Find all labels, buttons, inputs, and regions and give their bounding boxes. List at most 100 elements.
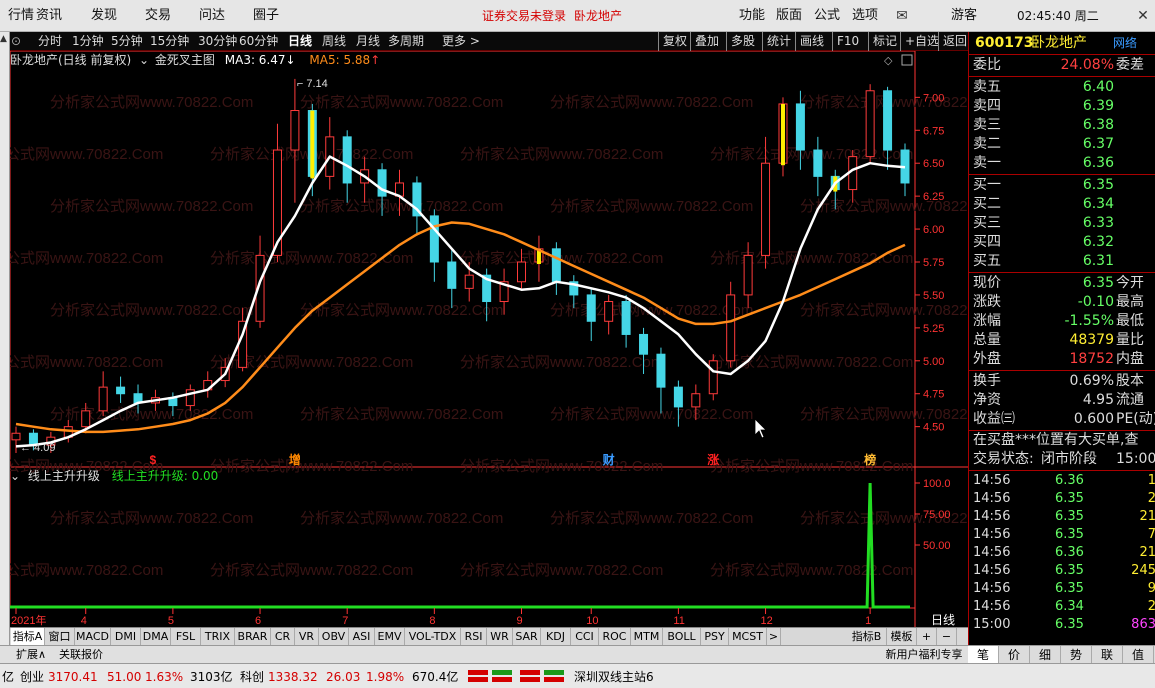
indicator-tab-5[interactable]: FSL <box>171 628 201 645</box>
network-tag[interactable]: 网络 <box>1113 32 1137 54</box>
period-tab-0[interactable]: 分时 <box>38 32 62 51</box>
indicator-tab-8[interactable]: CR <box>271 628 295 645</box>
bid-row-3: 买四 6.32 <box>969 233 1155 252</box>
period-tab-7[interactable]: 周线 <box>322 32 346 51</box>
indicator-tab-24[interactable]: > <box>767 628 781 645</box>
server-name[interactable]: 深圳双线主站6 <box>574 668 654 686</box>
order-ratio-right: 委差 <box>1116 57 1144 73</box>
menu-discover[interactable]: 发现 <box>91 0 117 32</box>
candle <box>551 242 561 295</box>
toolbar-action-3[interactable]: 统计 <box>762 32 791 51</box>
period-tab-10[interactable]: 更多 > <box>442 32 480 51</box>
indicator-tab-13[interactable]: VOL-TDX <box>405 628 461 645</box>
guest-label[interactable]: 游客 <box>951 0 977 32</box>
indicator-tab-11[interactable]: ASI <box>349 628 375 645</box>
fund-row-1-value: 4.95 <box>1082 392 1114 408</box>
mail-icon[interactable]: ✉ <box>892 6 912 26</box>
quote-tab-4[interactable]: 联 <box>1092 646 1123 664</box>
toolbar-action-5[interactable]: F10 <box>832 32 859 51</box>
period-tab-8[interactable]: 月线 <box>356 32 380 51</box>
menu-circle[interactable]: 圈子 <box>253 0 279 32</box>
price-chart[interactable]: 分析家公式网www.70822.Com 分析家公式网www.70822.Com 分析… <box>10 51 968 627</box>
menu-ask[interactable]: 问达 <box>199 0 225 32</box>
indicator-tab-16[interactable]: SAR <box>513 628 541 645</box>
related-quote-button[interactable]: 关联报价 <box>54 646 108 663</box>
tick-volume: 7 <box>1147 527 1155 542</box>
event-marker[interactable]: 涨 <box>707 452 719 467</box>
indicator-tab-10[interactable]: OBV <box>319 628 349 645</box>
indicator-tab-6[interactable]: TRIX <box>201 628 235 645</box>
indicator-tab-15[interactable]: WR <box>487 628 513 645</box>
event-marker[interactable]: 财 <box>602 452 615 467</box>
quote-tab-0[interactable]: 笔 <box>968 646 999 664</box>
promo-link[interactable]: 新用户福利专享 <box>880 646 968 663</box>
period-tab-2[interactable]: 5分钟 <box>111 32 143 51</box>
maximize-icon[interactable] <box>901 54 913 66</box>
menu-options[interactable]: 选项 <box>852 0 878 32</box>
toolbar-action-8[interactable]: 返回 <box>938 32 967 51</box>
tick-price: 6.34 <box>1055 599 1084 614</box>
indicator-tab-19[interactable]: ROC <box>599 628 631 645</box>
indicator-tab-17[interactable]: KDJ <box>541 628 571 645</box>
toolbar-action-4[interactable]: 画线 <box>795 32 824 51</box>
menu-trade[interactable]: 交易 <box>145 0 171 32</box>
indicator-tab-0[interactable]: 指标A <box>11 628 45 645</box>
watermark-text: 分析家公式网www.70822.Com <box>10 146 163 163</box>
event-marker[interactable]: 榜 <box>864 452 876 467</box>
indicator-tab-9[interactable]: VR <box>295 628 319 645</box>
indicator-tab-1[interactable]: 窗口 <box>45 628 75 645</box>
toolbar-action-7[interactable]: +自选 <box>900 32 939 51</box>
indicator-tab-2[interactable]: MACD <box>75 628 111 645</box>
menu-news[interactable]: 资讯 <box>36 0 62 32</box>
collapse-up-icon[interactable]: ▲ <box>0 34 7 44</box>
quote-row-2-label: 涨幅 <box>973 313 1001 329</box>
quote-tab-5[interactable]: 值 <box>1123 646 1154 664</box>
indicator-tab-28[interactable]: − <box>937 628 957 645</box>
indicator-tab-3[interactable]: DMI <box>111 628 141 645</box>
period-tab-4[interactable]: 30分钟 <box>198 32 237 51</box>
chevron-down-icon[interactable]: ⌄ <box>10 469 20 483</box>
toolbar-action-6[interactable]: 标记 <box>868 32 897 51</box>
event-marker[interactable]: 增 <box>289 452 301 467</box>
indicator-tab-23[interactable]: MCST <box>729 628 767 645</box>
indicator-tab-25[interactable]: 指标B <box>847 628 887 645</box>
period-tab-6[interactable]: 日线 <box>288 32 312 51</box>
indicator-tab-14[interactable]: RSI <box>461 628 487 645</box>
menu-layout[interactable]: 版面 <box>776 0 802 32</box>
menu-market[interactable]: 行情 <box>8 0 34 32</box>
indicator-tab-22[interactable]: PSY <box>701 628 729 645</box>
login-warning[interactable]: 证券交易未登录 <box>482 0 566 32</box>
menu-formula[interactable]: 公式 <box>814 0 840 32</box>
indicator-tab-4[interactable]: DMA <box>141 628 171 645</box>
candle <box>447 248 457 309</box>
period-tab-5[interactable]: 60分钟 <box>239 32 278 51</box>
quote-tab-2[interactable]: 细 <box>1030 646 1061 664</box>
watermark-text: 分析家公式网www.70822.Com <box>210 458 413 475</box>
indicator-tab-12[interactable]: EMV <box>375 628 405 645</box>
quote-tab-3[interactable]: 势 <box>1061 646 1092 664</box>
toggle-icon[interactable]: ⊙ <box>11 32 21 51</box>
quote-row-4-label: 外盘 <box>973 351 1001 367</box>
indicator-tab-21[interactable]: BOLL <box>663 628 701 645</box>
event-marker[interactable]: $ <box>149 453 156 467</box>
sub-indicator-name[interactable]: 线上主升升级 <box>28 469 100 483</box>
watermark-text: 分析家公式网www.70822.Com <box>50 302 253 319</box>
period-tab-9[interactable]: 多周期 <box>388 32 424 51</box>
indicator-tab-18[interactable]: CCI <box>571 628 599 645</box>
diamond-icon[interactable]: ◇ <box>884 54 893 67</box>
period-label[interactable]: 日线 <box>931 613 955 627</box>
indicator-tab-26[interactable]: 模板 <box>887 628 917 645</box>
close-icon[interactable]: ✕ <box>1133 6 1153 26</box>
indicator-tab-20[interactable]: MTM <box>631 628 663 645</box>
big-order-notice[interactable]: 在买盘***位置有大买单,查 <box>969 431 1155 450</box>
menu-function[interactable]: 功能 <box>739 0 765 32</box>
period-tab-3[interactable]: 15分钟 <box>150 32 189 51</box>
toolbar-action-2[interactable]: 多股 <box>726 32 755 51</box>
indicator-tab-27[interactable]: + <box>917 628 937 645</box>
expand-button[interactable]: 扩展∧ <box>10 646 52 663</box>
indicator-tab-7[interactable]: BRAR <box>235 628 271 645</box>
toolbar-action-1[interactable]: 叠加 <box>690 32 719 51</box>
period-tab-1[interactable]: 1分钟 <box>72 32 104 51</box>
quote-tab-1[interactable]: 价 <box>999 646 1030 664</box>
toolbar-action-0[interactable]: 复权 <box>658 32 687 51</box>
